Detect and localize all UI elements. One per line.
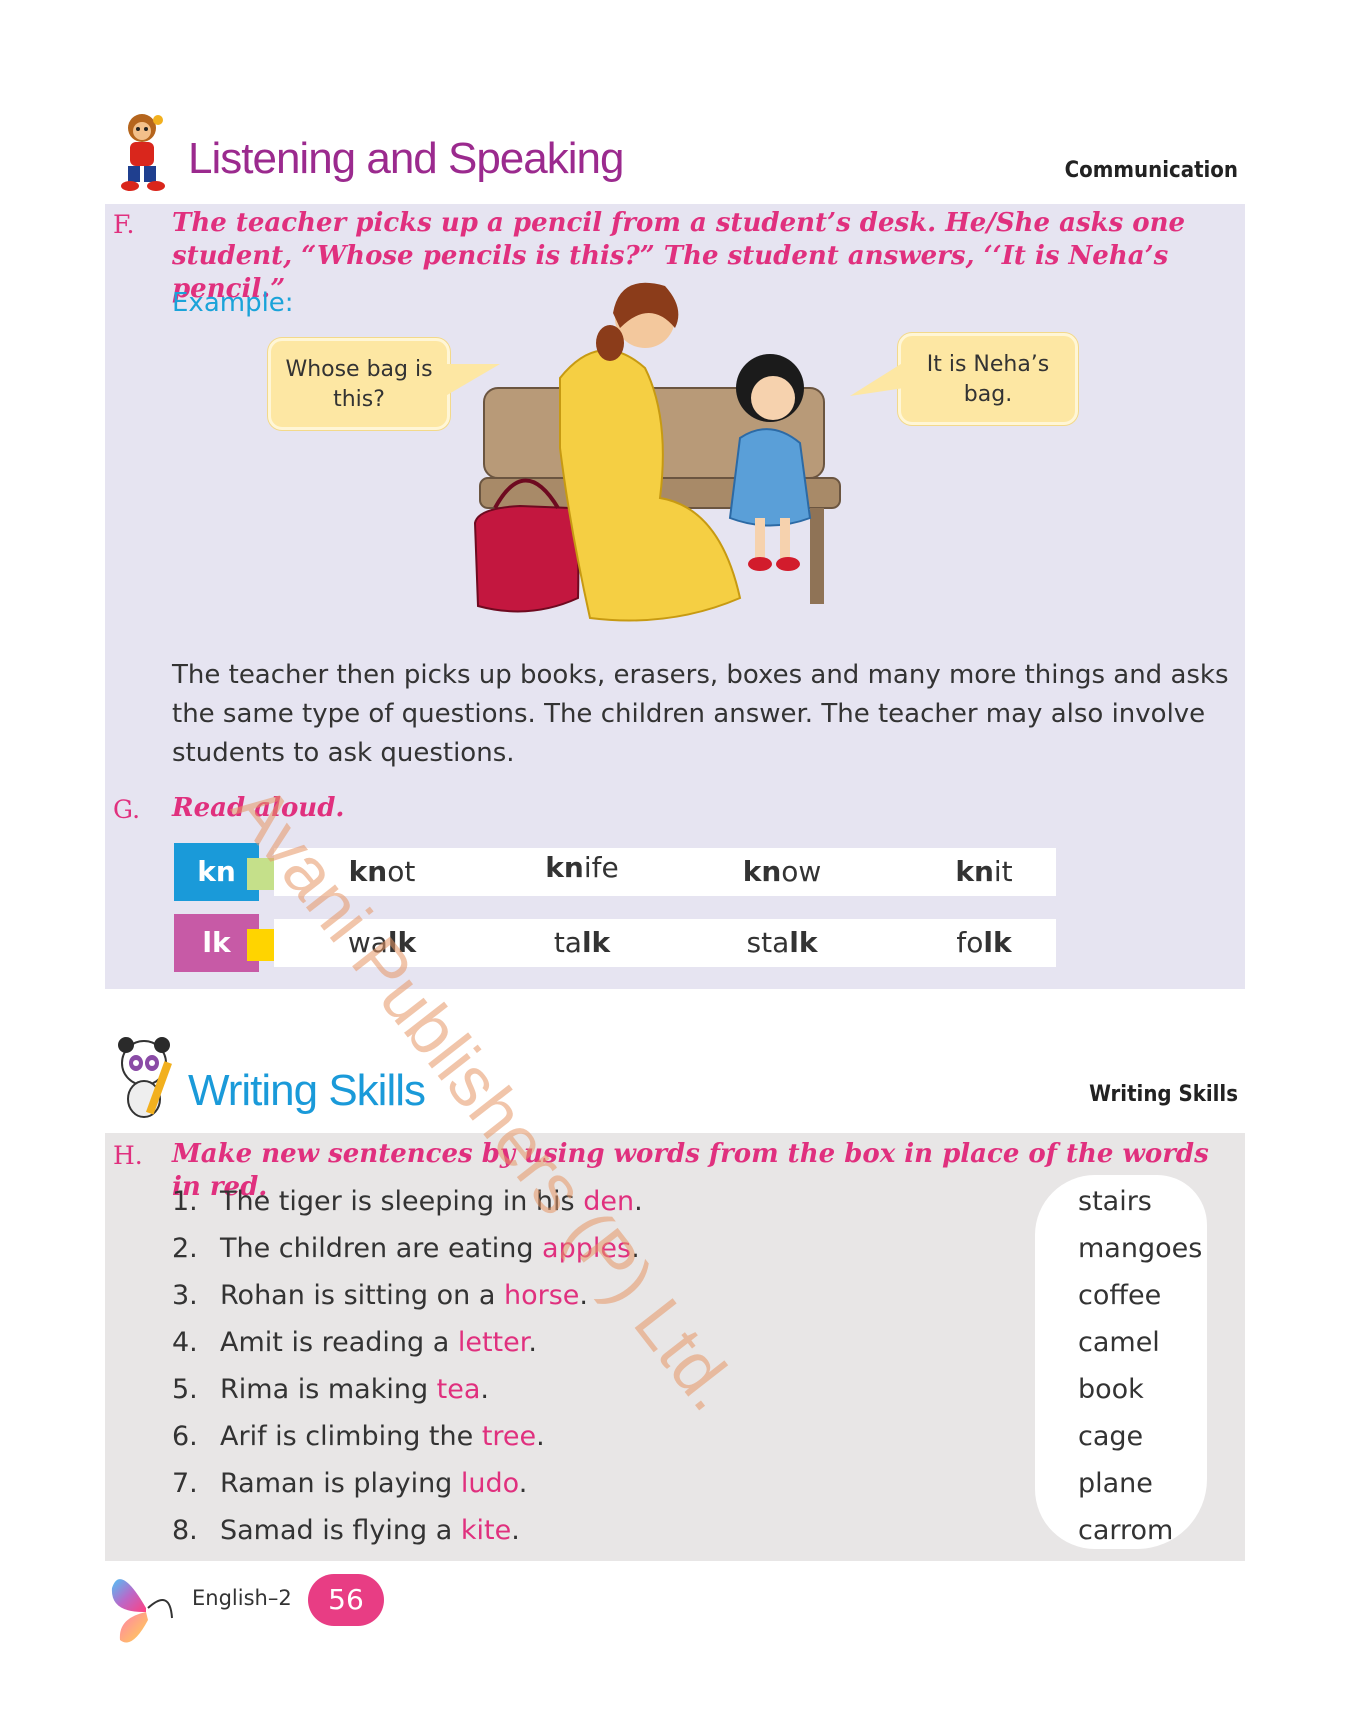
- item-number: 6.: [172, 1421, 198, 1452]
- word-rest-part: sta: [746, 926, 790, 959]
- word-bold-part: kn: [742, 855, 782, 888]
- item-number: 2.: [172, 1233, 198, 1264]
- item-number: 8.: [172, 1515, 198, 1546]
- word-bold-part: lk: [581, 926, 611, 959]
- speech-bubble-right-text: It is Neha’s bag.: [926, 352, 1050, 407]
- item-red-word: tea: [436, 1374, 481, 1405]
- sentence-item: 6. Arif is climbing the tree.: [172, 1421, 545, 1452]
- listening-section-title: Listening and Speaking: [188, 134, 624, 183]
- item-number: 4.: [172, 1327, 198, 1358]
- sentence-item: 1. The tiger is sleeping in his den.: [172, 1186, 643, 1217]
- item-red-word: kite: [460, 1515, 512, 1546]
- word-knot: knot: [302, 855, 462, 888]
- item-end: .: [536, 1421, 545, 1452]
- teacher-instructions-paragraph: The teacher then picks up books, erasers…: [172, 660, 1229, 768]
- word-know: know: [702, 855, 862, 888]
- item-end: .: [579, 1280, 589, 1311]
- item-end: .: [631, 1233, 640, 1264]
- word-bold-part: kn: [348, 855, 388, 888]
- item-text: Amit is reading a: [220, 1327, 458, 1358]
- item-red-word: den: [583, 1186, 635, 1217]
- word-rest-part: fo: [956, 926, 984, 959]
- sentence-item: 7. Raman is playing ludo.: [172, 1468, 527, 1499]
- word-rest-part: it: [993, 855, 1013, 888]
- word-bold-part: kn: [545, 851, 584, 884]
- word-walk: walk: [302, 926, 462, 959]
- question-f-letter: F.: [113, 210, 135, 239]
- question-g-text: Read aloud.: [172, 793, 345, 823]
- box-word: carrom: [1078, 1515, 1174, 1546]
- word-knit: knit: [904, 855, 1064, 888]
- panda-mascot-icon: [112, 1035, 182, 1123]
- item-number: 1.: [172, 1186, 198, 1217]
- word-bold-part: lk: [789, 926, 818, 959]
- word-bold-part: lk: [983, 926, 1012, 959]
- item-text: Arif is climbing the: [220, 1421, 482, 1452]
- item-end: .: [528, 1327, 537, 1358]
- speech-bubble-right: It is Neha’s bag.: [898, 333, 1078, 425]
- box-word: camel: [1078, 1327, 1160, 1358]
- box-word: cage: [1078, 1421, 1144, 1452]
- word-stalk: stalk: [702, 926, 862, 959]
- item-red-word: apples: [542, 1233, 632, 1264]
- item-text: The children are eating: [220, 1233, 543, 1264]
- item-number: 7.: [172, 1468, 198, 1499]
- item-end: .: [518, 1468, 528, 1499]
- butterfly-icon: [110, 1568, 182, 1648]
- item-red-word: horse: [504, 1280, 580, 1311]
- box-word: stairs: [1078, 1186, 1152, 1217]
- word-knife: knife: [502, 851, 662, 884]
- sentence-item: 4. Amit is reading a letter.: [172, 1327, 537, 1358]
- word-rest-part: ot: [387, 855, 416, 888]
- writing-section-title: Writing Skills: [188, 1066, 426, 1115]
- word-folk: folk: [904, 926, 1064, 959]
- teacher-child-illustration: [470, 268, 850, 640]
- word-bold-part: lk: [387, 926, 417, 959]
- item-number: 3.: [172, 1280, 198, 1311]
- box-word: mangoes: [1078, 1233, 1203, 1264]
- item-number: 5.: [172, 1374, 198, 1405]
- item-text: Rima is making: [220, 1374, 437, 1405]
- sentence-item: 8. Samad is flying a kite.: [172, 1515, 520, 1546]
- item-text: Rohan is sitting on a: [220, 1280, 504, 1311]
- item-text: The tiger is sleeping in his: [220, 1186, 584, 1217]
- monkey-mascot-icon: [112, 110, 172, 192]
- box-word: coffee: [1078, 1280, 1162, 1311]
- box-word: plane: [1078, 1468, 1153, 1499]
- item-red-word: tree: [481, 1421, 537, 1452]
- word-rest-part: ta: [553, 926, 582, 959]
- item-red-word: letter: [457, 1327, 529, 1358]
- example-label: Example:: [172, 288, 294, 318]
- question-g-letter: G.: [113, 795, 141, 824]
- speech-bubble-left-text: Whose bag is this?: [285, 357, 433, 412]
- word-talk: talk: [502, 926, 662, 959]
- item-end: .: [634, 1186, 643, 1217]
- item-text: Raman is playing: [220, 1468, 461, 1499]
- sentence-item: 3. Rohan is sitting on a horse.: [172, 1280, 588, 1311]
- question-h-letter: H.: [113, 1141, 143, 1170]
- communication-tag: Communication: [1064, 158, 1238, 183]
- item-text: Samad is flying a: [220, 1515, 461, 1546]
- word-bold-part: kn: [955, 855, 994, 888]
- sentence-item: 2. The children are eating apples.: [172, 1233, 640, 1264]
- item-end: .: [480, 1374, 490, 1405]
- footer-book-label: English–2: [192, 1586, 292, 1610]
- sentence-item: 5. Rima is making tea.: [172, 1374, 489, 1405]
- word-rest-part: ife: [583, 851, 619, 884]
- word-rest-part: wa: [347, 926, 388, 959]
- word-rest-part: ow: [781, 855, 822, 888]
- bubble-right-tail-icon: [848, 360, 904, 404]
- item-end: .: [511, 1515, 520, 1546]
- speech-bubble-left: Whose bag is this?: [268, 338, 450, 430]
- writing-skills-tag: Writing Skills: [1089, 1082, 1238, 1107]
- page-number-badge: 56: [308, 1574, 384, 1626]
- item-red-word: ludo: [460, 1468, 519, 1499]
- box-word: book: [1078, 1374, 1144, 1405]
